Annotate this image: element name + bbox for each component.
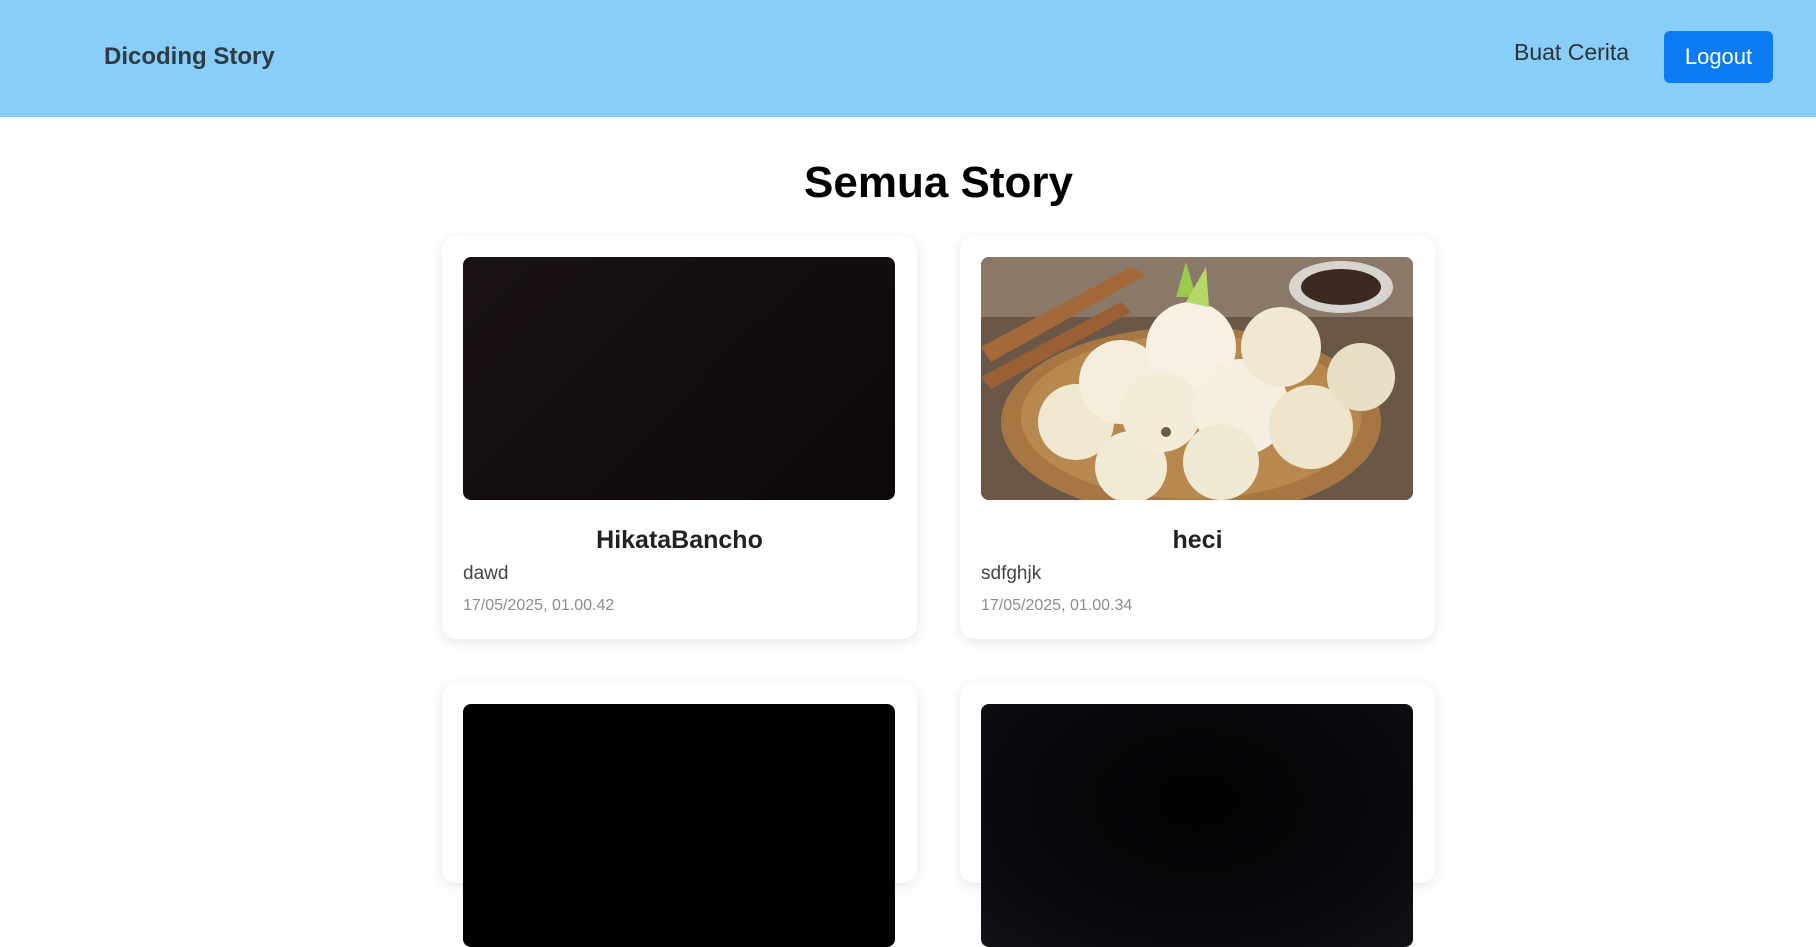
story-date: 17/05/2025, 01.00.42 xyxy=(463,597,615,614)
story-image xyxy=(463,257,895,500)
story-author-name: HikataBancho xyxy=(596,526,763,554)
story-card[interactable] xyxy=(442,683,917,947)
story-card[interactable] xyxy=(960,683,1435,947)
story-author-name: heci xyxy=(1172,526,1223,554)
top-navbar: Dicoding Story Buat Cerita Logout xyxy=(0,0,1816,117)
food-photo xyxy=(981,257,1413,500)
story-date: 17/05/2025, 01.00.34 xyxy=(981,597,1133,614)
story-card[interactable]: heci sdfghjk 17/05/2025, 01.00.34 xyxy=(960,236,1435,639)
story-description: dawd xyxy=(463,563,509,584)
story-image xyxy=(981,257,1413,500)
brand-logo[interactable]: Dicoding Story xyxy=(104,43,275,71)
story-card[interactable]: HikataBancho dawd 17/05/2025, 01.00.42 xyxy=(442,236,917,639)
page-title: Semua Story xyxy=(804,158,1073,207)
logout-button[interactable]: Logout xyxy=(1664,31,1773,83)
story-description: sdfghjk xyxy=(981,563,1042,584)
nav-create-story-link[interactable]: Buat Cerita xyxy=(1514,39,1629,66)
story-image xyxy=(463,704,895,947)
story-image xyxy=(981,704,1413,947)
